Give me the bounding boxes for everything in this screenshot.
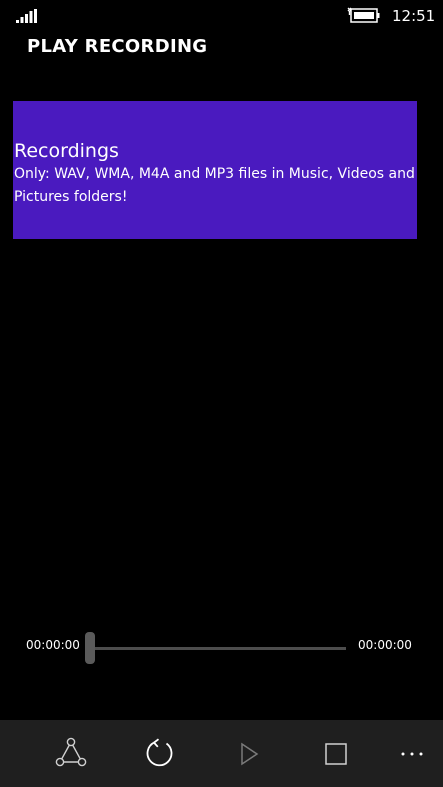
recordings-tile-subtitle: Only: WAV, WMA, M4A and MP3 files in Mus… (14, 166, 415, 205)
more-options-button[interactable] (392, 734, 432, 774)
recordings-tile-title: Recordings (14, 140, 119, 162)
stop-icon (325, 743, 347, 765)
seek-slider-thumb[interactable] (85, 632, 95, 664)
recordings-tile[interactable]: Recordings Only: WAV, WMA, M4A and MP3 f… (13, 101, 417, 239)
refresh-button[interactable] (140, 734, 180, 774)
current-time-label: 00:00:00 (26, 638, 80, 652)
page-title: PLAY RECORDING (27, 36, 208, 57)
seek-track[interactable] (90, 647, 346, 650)
share-icon (55, 737, 87, 767)
total-time-label: 00:00:00 (358, 638, 412, 652)
app-bar (0, 720, 443, 787)
play-button[interactable] (229, 734, 269, 774)
status-clock: 12:51 (392, 7, 436, 25)
stop-button[interactable] (316, 734, 356, 774)
signal-strength-icon (16, 9, 37, 23)
status-bar: 12:51 (0, 0, 443, 32)
more-icon (401, 752, 423, 756)
play-icon (241, 742, 259, 766)
share-button[interactable] (51, 734, 91, 774)
refresh-icon (146, 738, 173, 767)
battery-charging-icon (347, 7, 380, 23)
